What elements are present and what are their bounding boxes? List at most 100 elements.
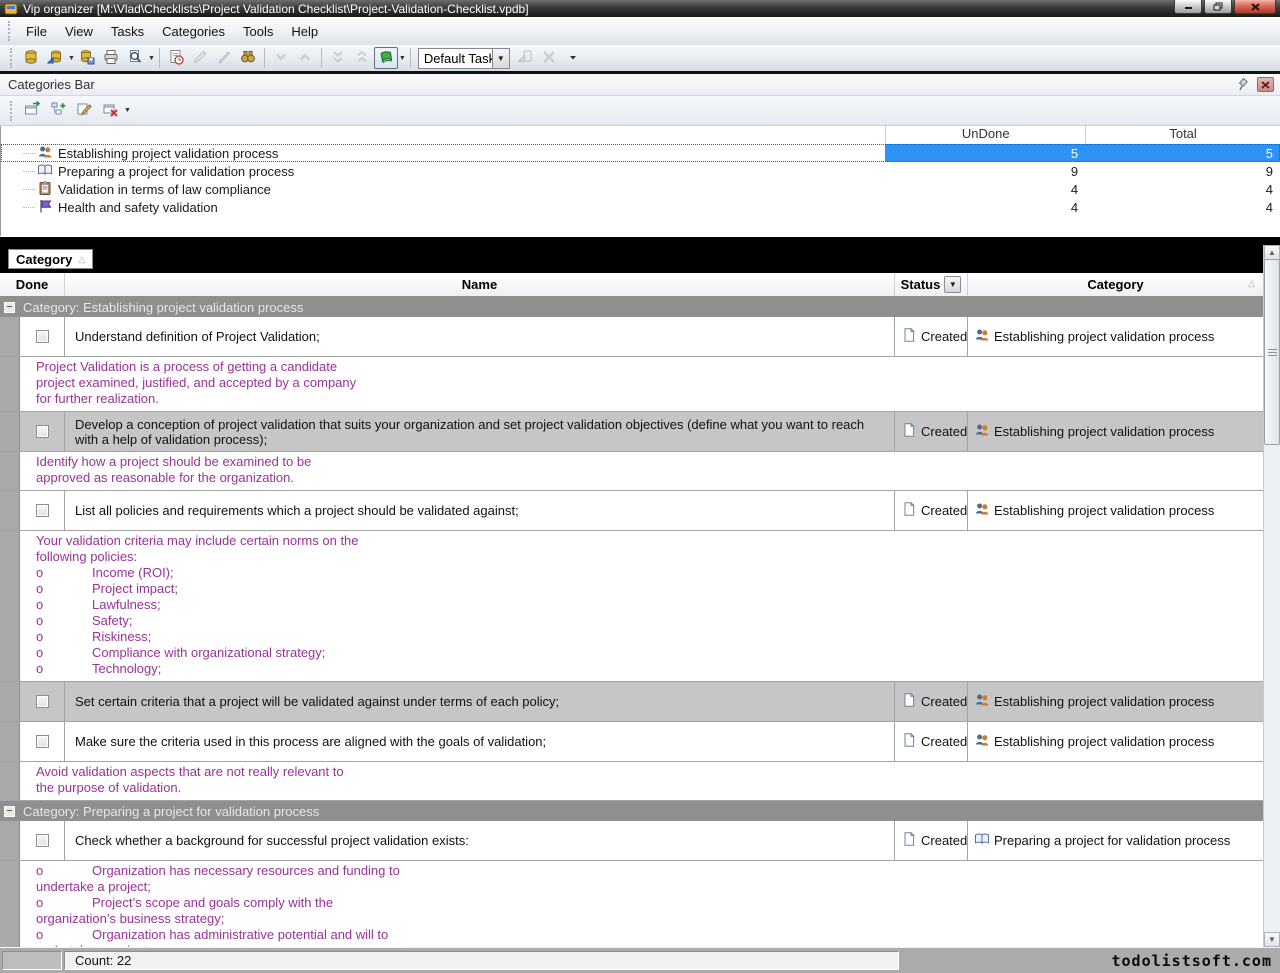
task-category-cell[interactable]: Establishing project validation process bbox=[968, 317, 1263, 356]
category-group-row[interactable]: −Category: Preparing a project for valid… bbox=[0, 801, 1263, 821]
task-row[interactable]: List all policies and requirements which… bbox=[0, 491, 1263, 531]
menu-tasks[interactable]: Tasks bbox=[102, 20, 153, 43]
done-column-header[interactable]: Done bbox=[0, 273, 65, 296]
task-category-cell[interactable]: Establishing project validation process bbox=[968, 722, 1263, 761]
toolbar-overflow-button[interactable] bbox=[561, 47, 585, 69]
category-row[interactable]: Establishing project validation process5… bbox=[1, 144, 1280, 162]
restore-button[interactable] bbox=[1204, 0, 1232, 14]
close-button[interactable] bbox=[1234, 0, 1276, 14]
task-row[interactable]: Understand definition of Project Validat… bbox=[0, 317, 1263, 357]
open-database-button-caret-icon[interactable]: ▼ bbox=[68, 55, 75, 62]
category-row[interactable]: Preparing a project for validation proce… bbox=[1, 162, 1280, 180]
move-up-button[interactable] bbox=[293, 47, 317, 69]
group-by-category-tab[interactable]: Category △ bbox=[8, 249, 93, 269]
task-status-cell[interactable]: Created bbox=[895, 722, 968, 761]
move-bottom-button[interactable] bbox=[326, 47, 350, 69]
print-preview-button[interactable] bbox=[123, 47, 147, 69]
task-done-cell[interactable] bbox=[20, 412, 65, 451]
task-checkbox[interactable] bbox=[36, 425, 49, 438]
task-row[interactable]: Set certain criteria that a project will… bbox=[0, 682, 1263, 722]
menu-help[interactable]: Help bbox=[282, 20, 327, 43]
task-name-cell[interactable]: Set certain criteria that a project will… bbox=[65, 682, 895, 721]
task-done-cell[interactable] bbox=[20, 821, 65, 860]
task-new-icon bbox=[168, 49, 184, 68]
task-category-cell[interactable]: Establishing project validation process bbox=[968, 412, 1263, 451]
category-row[interactable]: Validation in terms of law compliance44 bbox=[1, 180, 1280, 198]
new-task-button[interactable] bbox=[164, 47, 188, 69]
task-status-cell[interactable]: Created bbox=[895, 491, 968, 530]
pin-icon[interactable] bbox=[1235, 77, 1251, 92]
panel-close-icon[interactable] bbox=[1257, 77, 1274, 92]
task-checkbox[interactable] bbox=[36, 735, 49, 748]
menu-tools[interactable]: Tools bbox=[234, 20, 282, 43]
category-group-row[interactable]: −Category: Establishing project validati… bbox=[0, 297, 1263, 317]
status-column-header[interactable]: Status ▼ bbox=[895, 273, 968, 296]
minimize-button[interactable] bbox=[1174, 0, 1202, 14]
new-database-button[interactable] bbox=[19, 47, 43, 69]
task-name-cell[interactable]: Make sure the criteria used in this proc… bbox=[65, 722, 895, 761]
category-row[interactable]: Health and safety validation44 bbox=[1, 198, 1280, 216]
panel-splitter[interactable] bbox=[0, 237, 1280, 245]
categories-bar-header: Categories Bar bbox=[0, 74, 1280, 96]
task-status-cell[interactable]: Created bbox=[895, 821, 968, 860]
task-done-cell[interactable] bbox=[20, 317, 65, 356]
task-checkbox[interactable] bbox=[36, 330, 49, 343]
task-status-cell[interactable]: Created bbox=[895, 412, 968, 451]
total-column-header[interactable]: Total bbox=[1085, 126, 1280, 144]
task-done-cell[interactable] bbox=[20, 722, 65, 761]
undone-column-header[interactable]: UnDone bbox=[885, 126, 1085, 144]
task-name-cell[interactable]: List all policies and requirements which… bbox=[65, 491, 895, 530]
scrollbar-thumb[interactable] bbox=[1264, 259, 1280, 445]
print-button[interactable] bbox=[99, 47, 123, 69]
preview-icon bbox=[127, 49, 143, 68]
watermark: todolistsoft.com bbox=[1112, 952, 1273, 970]
category-column-header[interactable]: Category △ bbox=[968, 273, 1263, 296]
notebook-view-button[interactable] bbox=[374, 47, 398, 69]
name-column-header[interactable]: Name bbox=[65, 273, 895, 296]
task-row[interactable]: Make sure the criteria used in this proc… bbox=[0, 722, 1263, 762]
delete-category-button[interactable] bbox=[97, 99, 123, 123]
open-database-button[interactable] bbox=[43, 47, 67, 69]
new-subcategory-button[interactable] bbox=[45, 99, 71, 123]
move-top-button[interactable] bbox=[350, 47, 374, 69]
task-category-cell[interactable]: Establishing project validation process bbox=[968, 491, 1263, 530]
categories-overflow-button[interactable]: ▼ bbox=[124, 107, 131, 114]
task-note-line: Identify how a project should be examine… bbox=[36, 454, 1257, 470]
task-status-cell[interactable]: Created bbox=[895, 317, 968, 356]
vertical-scrollbar[interactable]: ▲ ▼ bbox=[1263, 245, 1280, 947]
status-filter-icon[interactable]: ▼ bbox=[944, 276, 961, 293]
task-row[interactable]: Check whether a background for successfu… bbox=[0, 821, 1263, 861]
task-done-cell[interactable] bbox=[20, 491, 65, 530]
task-template-combo[interactable]: Default Task▼ bbox=[418, 48, 510, 69]
print-preview-button-caret-icon[interactable]: ▼ bbox=[148, 55, 155, 62]
collapse-icon[interactable]: − bbox=[4, 806, 15, 817]
task-name-cell[interactable]: Check whether a background for successfu… bbox=[65, 821, 895, 860]
menu-view[interactable]: View bbox=[56, 20, 102, 43]
edit-category-button[interactable] bbox=[71, 99, 97, 123]
task-name-cell[interactable]: Understand definition of Project Validat… bbox=[65, 317, 895, 356]
scroll-down-icon[interactable]: ▼ bbox=[1264, 932, 1280, 947]
apply-template-button[interactable] bbox=[513, 47, 537, 69]
task-checkbox[interactable] bbox=[36, 695, 49, 708]
scroll-up-icon[interactable]: ▲ bbox=[1264, 245, 1280, 260]
edit-task-button[interactable] bbox=[188, 47, 212, 69]
new-category-button[interactable] bbox=[19, 99, 45, 123]
move-down-button[interactable] bbox=[269, 47, 293, 69]
notebook-view-button-caret-icon[interactable]: ▼ bbox=[399, 55, 406, 62]
combo-dropdown-icon[interactable]: ▼ bbox=[492, 48, 510, 69]
menu-categories[interactable]: Categories bbox=[153, 20, 234, 43]
menu-file[interactable]: File bbox=[17, 20, 56, 43]
save-database-button[interactable] bbox=[75, 47, 99, 69]
task-checkbox[interactable] bbox=[36, 834, 49, 847]
task-status-cell[interactable]: Created bbox=[895, 682, 968, 721]
task-done-cell[interactable] bbox=[20, 682, 65, 721]
task-row[interactable]: Develop a conception of project validati… bbox=[0, 412, 1263, 452]
task-checkbox[interactable] bbox=[36, 504, 49, 517]
remove-template-button[interactable] bbox=[537, 47, 561, 69]
task-name-cell[interactable]: Develop a conception of project validati… bbox=[65, 412, 895, 451]
task-category-cell[interactable]: Establishing project validation process bbox=[968, 682, 1263, 721]
notify-task-button[interactable] bbox=[212, 47, 236, 69]
find-button[interactable] bbox=[236, 47, 260, 69]
collapse-icon[interactable]: − bbox=[4, 302, 15, 313]
task-category-cell[interactable]: Preparing a project for validation proce… bbox=[968, 821, 1263, 860]
